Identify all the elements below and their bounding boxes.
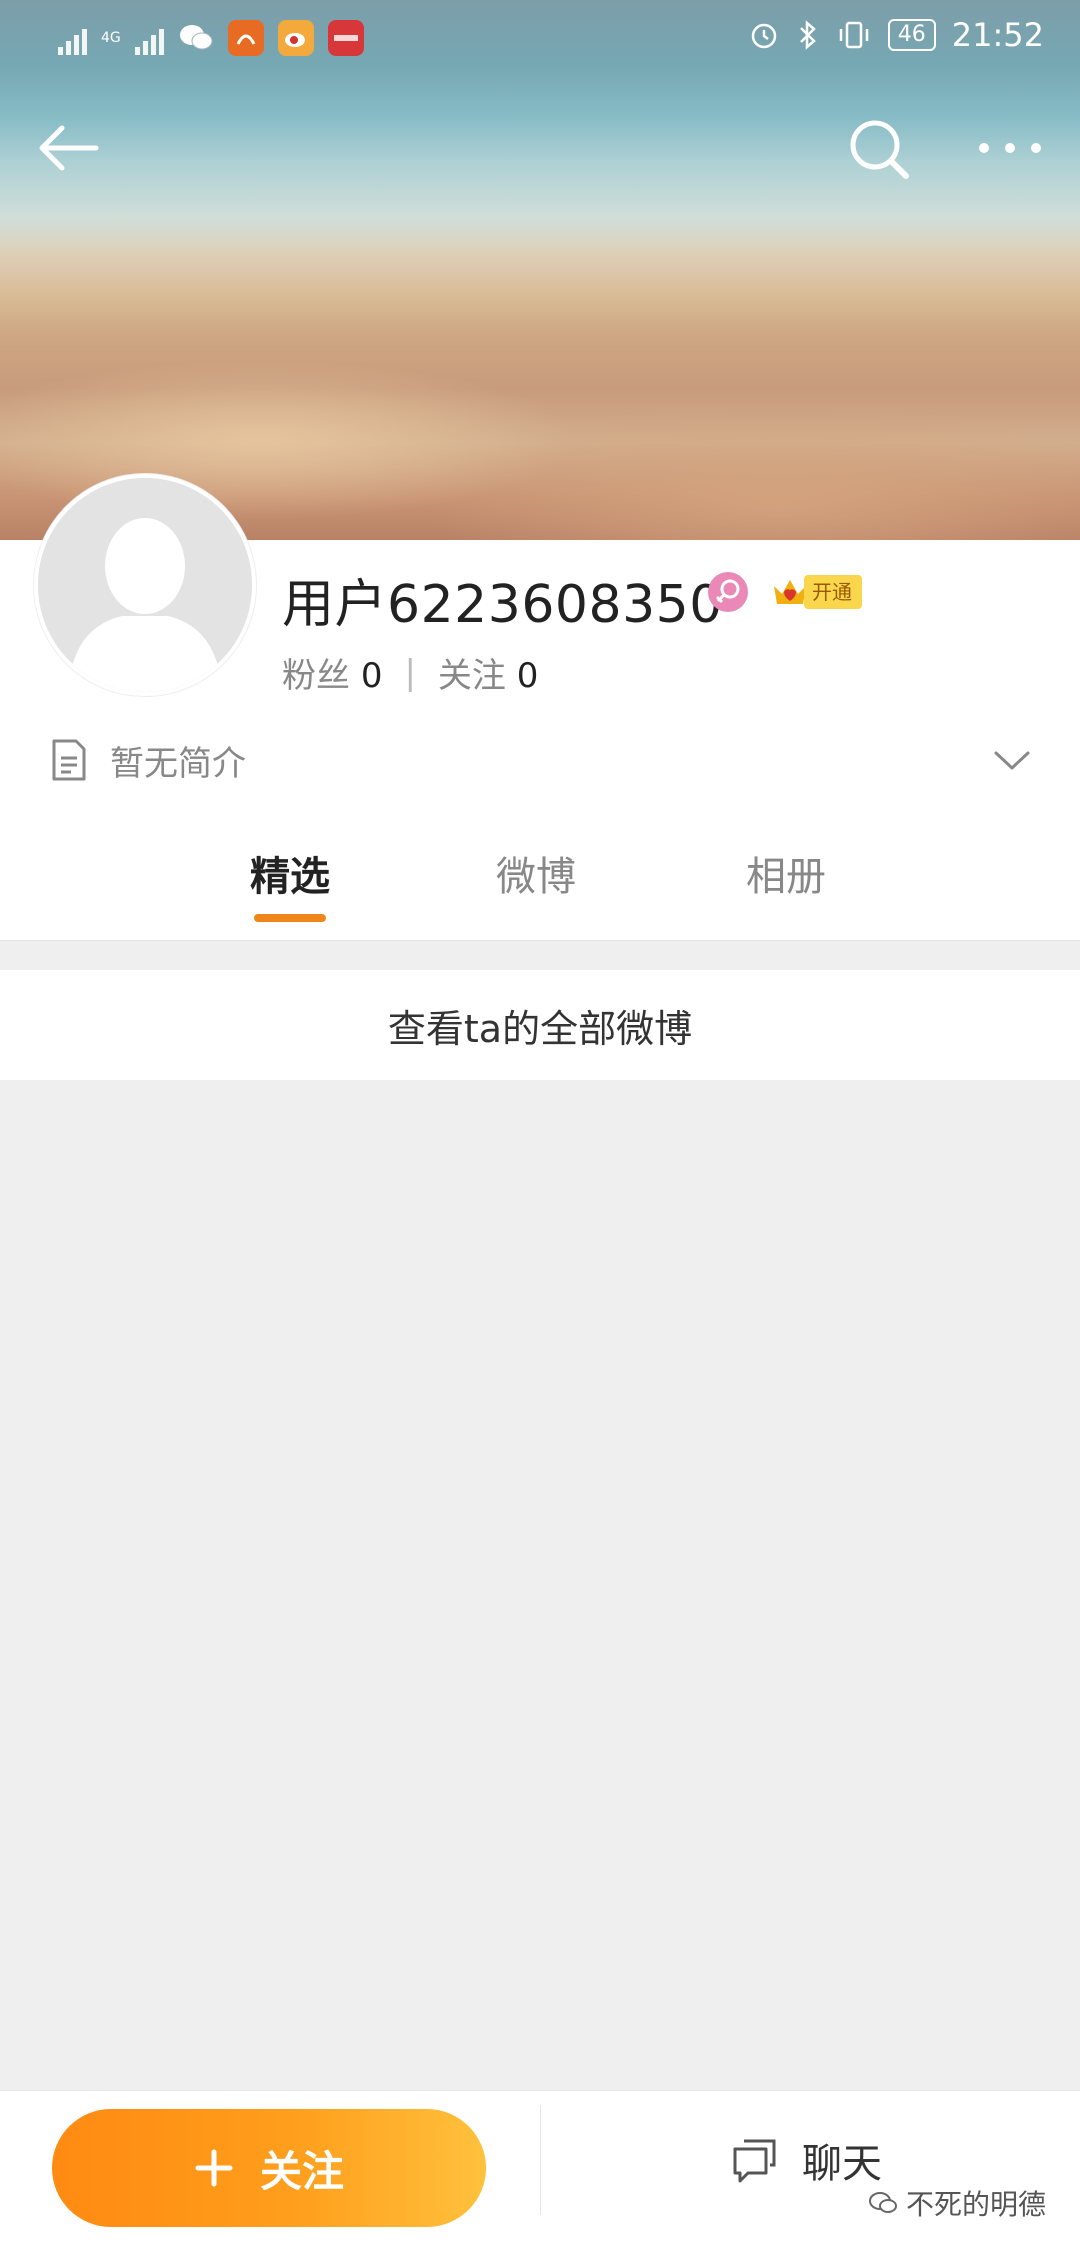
following-link[interactable]: 关注 0 [438,648,538,697]
watermark-text: 不死的明德 [905,2188,1046,2221]
status-bar: 4G 46 21:52 [0,0,1080,80]
more-dots-icon [979,143,1041,153]
fans-label: 粉丝 [282,656,350,696]
arrow-left-icon [39,125,99,171]
tab-featured[interactable]: 精选 [220,844,360,902]
chevron-down-icon [994,751,1030,770]
signal-2-icon [134,21,164,55]
plus-icon [195,2149,233,2187]
search-icon [850,120,909,179]
follow-stats: 粉丝 0 | 关注 0 [282,648,538,697]
news-app-icon [327,20,364,56]
expand-bio-button[interactable] [990,738,1034,782]
uc-browser-icon [227,20,264,56]
wechat-icon [178,20,214,56]
vip-open-button[interactable]: 开通 [770,572,862,612]
following-count: 0 [516,656,539,696]
network-type: 4G [101,30,121,46]
tab-album[interactable]: 相册 [716,844,856,902]
bluetooth-icon [799,20,816,50]
clock: 21:52 [951,16,1044,54]
tab-weibo[interactable]: 微博 [466,844,606,902]
watermark: 不死的明德 [868,2183,1046,2223]
avatar[interactable] [34,474,256,696]
status-bar-right: 46 21:52 [748,16,1044,54]
chat-bubble-icon [733,2139,776,2183]
view-all-weibo-link[interactable]: 查看ta的全部微博 [0,970,1080,1080]
cover-image[interactable] [0,0,1080,540]
chat-button[interactable]: 聊天 [730,2131,882,2189]
stats-divider: | [404,652,416,693]
signal-1-icon [58,21,87,55]
wechat-watermark-icon [868,2192,897,2213]
fans-link[interactable]: 粉丝 0 [282,648,382,697]
follow-button-label: 关注 [259,2146,344,2196]
vip-open-label: 开通 [804,575,862,609]
bottom-divider [540,2105,541,2215]
bio-row[interactable]: 暂无简介 [50,730,246,790]
active-tab-indicator [254,914,326,922]
document-icon [52,739,86,781]
bottom-action-bar: 关注 聊天 不死的明德 [0,2090,1080,2245]
fans-count: 0 [360,656,383,696]
following-label: 关注 [437,656,506,696]
chat-button-label: 聊天 [802,2141,882,2187]
female-gender-icon [708,572,748,612]
more-button[interactable] [970,110,1050,190]
username: 用户6223608350 [282,575,723,635]
follow-button[interactable]: 关注 [52,2109,486,2227]
status-bar-left: 4G [58,20,364,56]
default-avatar-silhouette-icon [38,478,252,692]
alarm-icon [751,23,777,49]
back-button[interactable] [30,110,110,190]
vibrate-icon [839,21,869,49]
battery-indicator: 46 [887,19,936,51]
bio-text: 暂无简介 [110,743,246,784]
search-button[interactable] [840,110,920,190]
profile-tabs: 精选 微博 相册 [0,830,1080,941]
weibo-icon [277,20,314,56]
